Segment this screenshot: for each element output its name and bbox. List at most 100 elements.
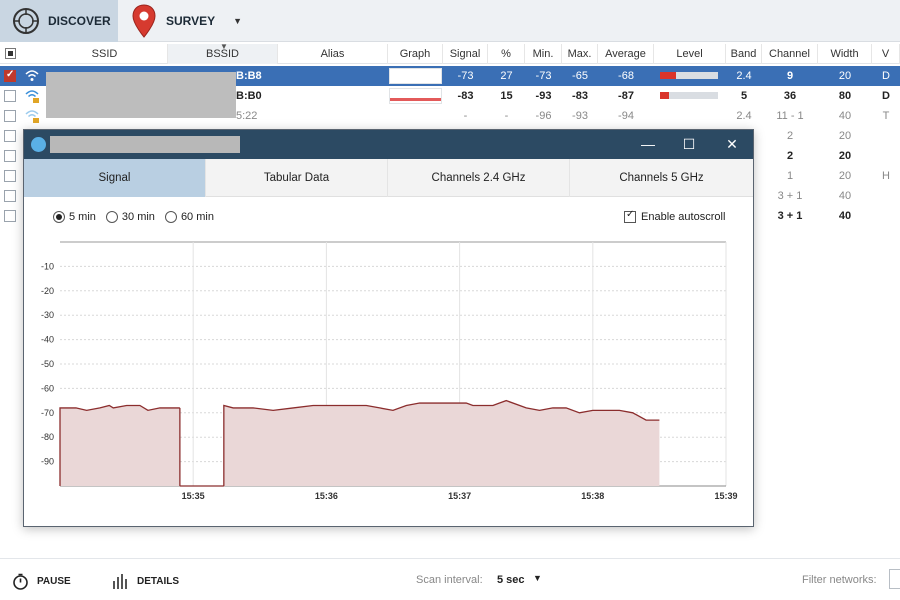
chevron-down-icon[interactable]: ▼ — [233, 16, 242, 26]
dialog-titlebar[interactable]: — ☐ ✕ — [24, 130, 753, 159]
tab-signal[interactable]: Signal — [24, 159, 206, 197]
column-header[interactable]: Signal — [443, 44, 488, 64]
details-button[interactable]: DETAILS — [112, 573, 179, 590]
y-tick-label: -40 — [41, 335, 54, 345]
time-range-group: 5 min 30 min 60 min — [53, 211, 218, 223]
signal-dialog: — ☐ ✕ Signal Tabular Data Channels 2.4 G… — [23, 129, 754, 527]
filter-networks-label: Filter networks: — [802, 574, 877, 586]
pause-button[interactable]: PAUSE — [12, 573, 71, 590]
level-fill — [660, 72, 676, 79]
band-cell: 2.4 — [736, 110, 752, 122]
wifi-icon — [25, 70, 39, 81]
sort-arrow-icon: ▼ — [220, 42, 228, 51]
radio-label: 5 min — [69, 211, 96, 223]
stopwatch-icon — [13, 573, 28, 590]
app-icon — [31, 137, 46, 152]
compass-icon — [13, 8, 39, 34]
filter-networks-input[interactable] — [889, 569, 900, 589]
column-header[interactable]: Min. — [525, 44, 562, 64]
channel-cell: 2 — [786, 150, 794, 162]
y-tick-label: -50 — [41, 359, 54, 369]
channel-cell: 3 + 1 — [777, 190, 803, 202]
row-checkbox[interactable] — [4, 190, 16, 202]
radio-label: 30 min — [121, 211, 155, 223]
column-header[interactable]: Graph — [388, 44, 443, 64]
average-cell: -68 — [618, 70, 634, 82]
discover-label: DISCOVER — [48, 14, 111, 28]
row-checkbox[interactable] — [4, 150, 16, 162]
radio-30min[interactable]: 30 min — [105, 211, 155, 223]
row-checkbox[interactable] — [4, 170, 16, 182]
signal-chart: -10 -20 -30 -40 -50 -60 -70 -80 -90 15:35 15:36 15:… — [41, 241, 738, 501]
column-header[interactable]: Band — [726, 44, 762, 64]
signal-area — [223, 400, 660, 486]
scan-interval-label: Scan interval: — [416, 574, 483, 586]
radio-5min[interactable]: 5 min — [53, 211, 96, 223]
row-checkbox[interactable] — [4, 130, 16, 142]
width-cell: 20 — [838, 170, 852, 182]
band-cell: 2.4 — [736, 70, 752, 82]
autoscroll-toggle[interactable]: Enable autoscroll — [624, 209, 725, 223]
column-header[interactable]: Average — [598, 44, 654, 64]
select-all-checkbox[interactable] — [5, 48, 16, 59]
channel-cell: 2 — [786, 130, 794, 142]
scan-interval-value[interactable]: 5 sec — [497, 574, 525, 586]
chevron-down-icon[interactable]: ▼ — [533, 573, 542, 583]
min-cell: -73 — [535, 70, 552, 82]
wifi-lock-icon — [25, 90, 39, 103]
radio-button[interactable] — [164, 211, 177, 223]
column-header[interactable]: % — [488, 44, 525, 64]
radio-60min[interactable]: 60 min — [164, 211, 214, 223]
tab-tabular-data[interactable]: Tabular Data — [206, 159, 388, 197]
percent-cell: 27 — [500, 70, 513, 82]
status-bar: PAUSE DETAILS Scan interval: 5 sec ▼ Fil… — [0, 558, 900, 600]
close-button[interactable]: ✕ — [710, 130, 754, 159]
row-checkbox[interactable] — [4, 210, 16, 222]
y-tick-label: -20 — [41, 286, 54, 296]
min-cell: -96 — [535, 110, 552, 122]
channel-cell: 1 — [786, 170, 794, 182]
mini-graph — [389, 68, 442, 84]
minimize-button[interactable]: — — [626, 130, 670, 159]
width-cell: 40 — [838, 190, 852, 202]
x-tick-label: 15:35 — [182, 491, 205, 501]
width-cell: 40 — [838, 210, 852, 222]
vendor-cell: H — [882, 170, 890, 182]
radio-button[interactable] — [105, 211, 118, 223]
percent-cell: 15 — [500, 90, 513, 102]
signal-area — [60, 405, 180, 486]
bars-icon — [113, 574, 127, 589]
column-header[interactable]: Level — [654, 44, 726, 64]
top-toolbar: DISCOVER SURVEY ▼ — [0, 0, 900, 42]
signal-cell: -83 — [457, 90, 474, 102]
column-header[interactable]: Max. — [562, 44, 598, 64]
tab-channels-24[interactable]: Channels 2.4 GHz — [388, 159, 570, 197]
channel-cell: 3 + 1 — [777, 210, 803, 222]
tab-channels-5[interactable]: Channels 5 GHz — [570, 159, 753, 197]
details-label: DETAILS — [137, 576, 180, 587]
width-cell: 80 — [838, 90, 852, 102]
channel-cell: 9 — [786, 70, 794, 82]
column-header[interactable]: Channel — [762, 44, 818, 64]
radio-button[interactable] — [53, 211, 65, 223]
row-checkbox[interactable] — [4, 90, 16, 102]
max-cell: -65 — [572, 70, 588, 82]
column-header[interactable]: Alias — [278, 44, 388, 64]
column-header[interactable]: Width — [818, 44, 872, 64]
column-header[interactable]: V — [872, 44, 900, 64]
channel-cell: 11 - 1 — [776, 110, 804, 122]
min-cell: -93 — [535, 90, 552, 102]
band-cell: 5 — [740, 90, 748, 102]
row-checkbox[interactable] — [4, 110, 16, 122]
row-checkbox[interactable] — [4, 69, 16, 82]
mini-graph — [389, 88, 442, 104]
autoscroll-checkbox[interactable] — [624, 209, 636, 223]
y-tick-label: -60 — [41, 383, 54, 393]
discover-tab[interactable]: DISCOVER — [0, 0, 118, 42]
maximize-button[interactable]: ☐ — [667, 130, 711, 159]
level-fill — [660, 92, 669, 99]
max-cell: -83 — [572, 90, 588, 102]
survey-tab[interactable]: SURVEY ▼ — [132, 0, 242, 42]
bssid-cell: B:B0 — [236, 90, 262, 102]
column-header[interactable]: SSID — [42, 44, 168, 64]
